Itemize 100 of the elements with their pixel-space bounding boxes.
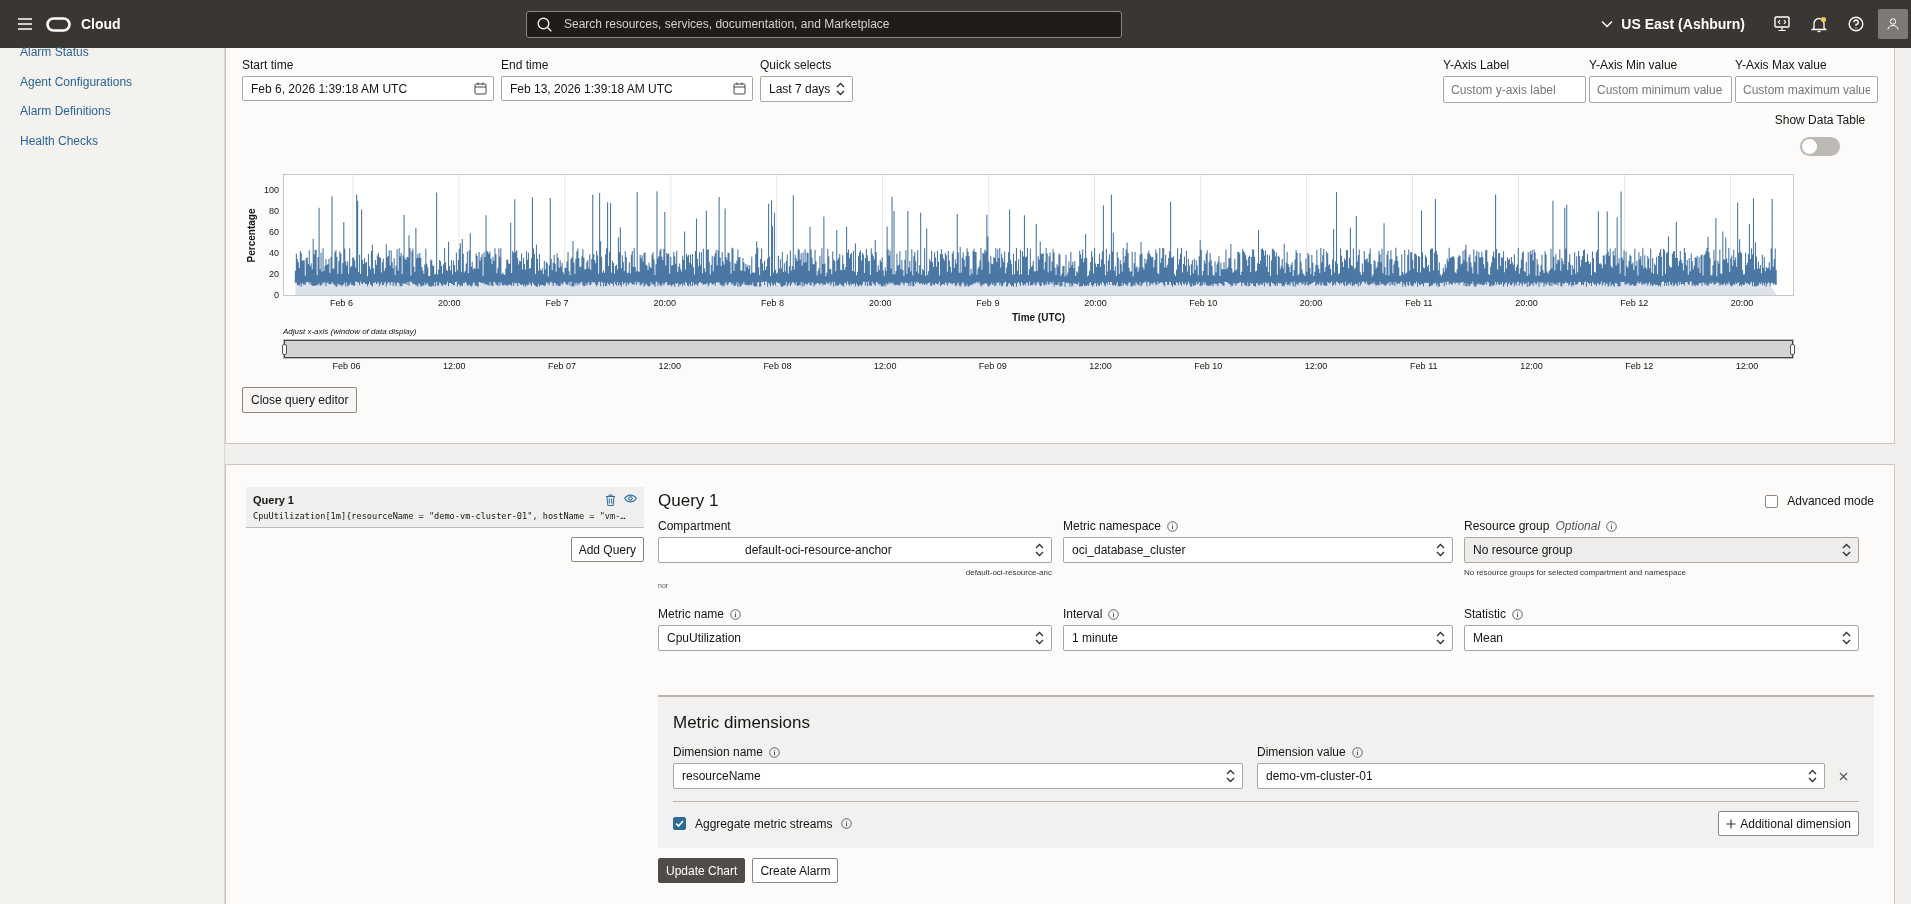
dropdown[interactable]: demo-vm-cluster-01 — [1257, 763, 1825, 789]
updown-arrows-icon — [1807, 769, 1818, 783]
date-field[interactable]: Feb 6, 2026 1:39:18 AM UTC — [242, 76, 494, 101]
axis-tick-label: 12:00 — [658, 361, 681, 371]
checkbox[interactable] — [1765, 494, 1779, 508]
eye-icon[interactable] — [624, 494, 637, 503]
additional-dimension-button[interactable]: Additional dimension — [1718, 811, 1859, 836]
input-field[interactable]: Custom y-axis label — [1443, 76, 1586, 103]
axis-tick-label: 0 — [274, 290, 279, 300]
axis-tick-label: Feb 12 — [1620, 298, 1649, 308]
field-label: End time — [501, 58, 550, 72]
calendar-icon — [733, 82, 746, 95]
query-title: Query 1 — [253, 494, 294, 506]
slider-handle[interactable] — [282, 344, 287, 355]
axis-tick-label: Feb 8 — [760, 298, 784, 308]
axis-tick-label: Feb 07 — [547, 361, 576, 371]
monitor-code-icon[interactable] — [1773, 16, 1790, 32]
sidebar-link[interactable]: Alarm Status — [0, 44, 224, 74]
sidebar-link[interactable]: Health Checks — [0, 132, 224, 162]
help-icon[interactable] — [1847, 16, 1864, 32]
plus-icon — [1726, 818, 1737, 829]
axis-tick-label: 12:00 — [1304, 361, 1328, 371]
field-label: Start time — [242, 58, 295, 72]
range-label: Adjust x-axis (window of data display) — [283, 327, 417, 336]
axis-tick-label: 20:00 — [653, 298, 676, 308]
person-icon — [1887, 18, 1899, 30]
action-button[interactable]: Create Alarm — [752, 858, 839, 883]
dropdown[interactable]: Mean — [1464, 625, 1859, 651]
info-icon — [1606, 520, 1618, 532]
action-button[interactable]: Update Chart — [658, 858, 746, 883]
checkbox[interactable] — [673, 817, 686, 830]
field-label: Interval — [1063, 607, 1103, 621]
toggle-switch[interactable] — [1800, 137, 1840, 156]
dropdown[interactable]: 1 minute — [1063, 625, 1453, 651]
field-label: Statistic — [1464, 607, 1506, 621]
field-label: Quick selects — [760, 58, 833, 72]
field-label: Dimension name — [673, 745, 764, 759]
avatar-button[interactable] — [1878, 9, 1908, 39]
query-card[interactable]: Query 1 CpuUtilization[1m]{resourceName = "demo-vm-cluster-01", hostName = "vm-… — [246, 487, 644, 528]
updown-arrows-icon — [1841, 543, 1852, 557]
axis-tick-label: 20 — [269, 269, 279, 279]
dropdown[interactable]: oci_database_cluster — [1063, 537, 1453, 563]
close-editor-button[interactable]: Close query editor — [242, 387, 358, 413]
sidebar-link[interactable]: Agent Configurations — [0, 73, 224, 103]
field-label: Y-Axis Min value — [1589, 58, 1679, 72]
range-slider[interactable] — [284, 340, 1793, 358]
slider-handle[interactable] — [1790, 344, 1795, 355]
trash-icon[interactable] — [605, 494, 616, 506]
add-query-button[interactable]: Add Query — [570, 537, 644, 562]
info-icon — [1108, 608, 1120, 620]
axis-tick-label: 20:00 — [437, 298, 461, 308]
axis-tick-label: Feb 7 — [545, 298, 569, 308]
updown-arrows-icon — [1435, 631, 1446, 645]
axis-tick-label: Feb 9 — [976, 298, 1000, 308]
dropdown[interactable]: Last 7 days — [760, 76, 853, 102]
dropdown[interactable]: resourceName — [673, 763, 1243, 789]
region-selector[interactable]: US East (Ashburn) — [1621, 16, 1745, 32]
info-icon — [1512, 608, 1523, 620]
updown-arrows-icon — [1034, 631, 1045, 645]
checkbox-label: Advanced mode — [1787, 494, 1874, 508]
axis-tick-label: 12:00 — [1089, 361, 1112, 371]
date-field[interactable]: Feb 13, 2026 1:39:18 AM UTC — [501, 76, 753, 101]
axis-tick-label: Feb 09 — [978, 361, 1007, 371]
axis-tick-label: 12:00 — [1520, 361, 1543, 371]
dropdown[interactable]: default-oci-resource-anchor — [658, 537, 1052, 563]
dropdown[interactable]: CpuUtilization — [658, 625, 1052, 651]
field-label: Compartment — [658, 519, 731, 533]
helper-text: No resource groups for selected compartment and namespace — [1464, 568, 1687, 577]
menu-icon[interactable] — [18, 18, 32, 30]
search-bar[interactable]: Search resources, services, documentation, and Marketplace — [526, 10, 1122, 38]
axis-tick-label: 20:00 — [1730, 298, 1754, 308]
sidebar-link[interactable]: Alarm Definitions — [0, 103, 224, 133]
axis-tick-label: Feb 10 — [1194, 361, 1223, 371]
input-field[interactable]: Custom minimum value — [1589, 76, 1732, 103]
updown-arrows-icon — [1435, 543, 1446, 557]
axis-tick-label: 100 — [263, 185, 279, 195]
info-icon — [841, 818, 853, 829]
toggle-label: Show Data Table — [1774, 113, 1866, 127]
search-field[interactable]: Search resources, services, documentation, and Marketplace — [562, 16, 1111, 32]
query-expression: CpuUtilization[1m]{resourceName = "demo-vm-cluster-01", hostName = "vm-… — [253, 511, 627, 521]
axis-tick-label: Feb 06 — [332, 361, 361, 371]
field-label: Dimension value — [1257, 745, 1346, 759]
axis-tick-label: 12:00 — [873, 361, 897, 371]
axis-tick-label: 20:00 — [1515, 298, 1538, 308]
axis-tick-label: Feb 11 — [1405, 298, 1433, 308]
axis-tick-label: Feb 12 — [1625, 361, 1654, 371]
field-label: Y-Axis Max value — [1735, 58, 1828, 72]
close-icon[interactable] — [1839, 772, 1848, 781]
updown-arrows-icon — [1034, 543, 1045, 557]
logo-icon[interactable] — [46, 16, 71, 32]
info-icon — [1167, 520, 1179, 532]
axis-tick-label: Feb 6 — [329, 298, 353, 308]
axis-tick-label: Feb 08 — [763, 361, 792, 371]
bell-icon[interactable] — [1810, 15, 1827, 33]
axis-tick-label: 20:00 — [1299, 298, 1323, 308]
info-icon — [769, 746, 781, 758]
editor-title: Query 1 — [658, 491, 719, 511]
chevron-down-icon[interactable] — [1601, 20, 1614, 28]
brand-name[interactable]: Cloud — [81, 16, 121, 32]
axis-tick-label: 80 — [269, 206, 279, 216]
